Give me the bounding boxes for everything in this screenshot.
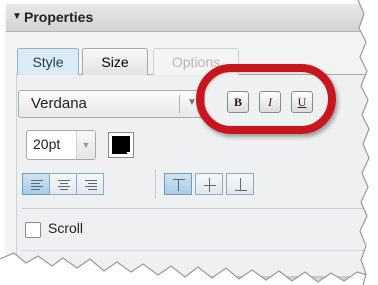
torn-edge-decoration [0,0,378,285]
